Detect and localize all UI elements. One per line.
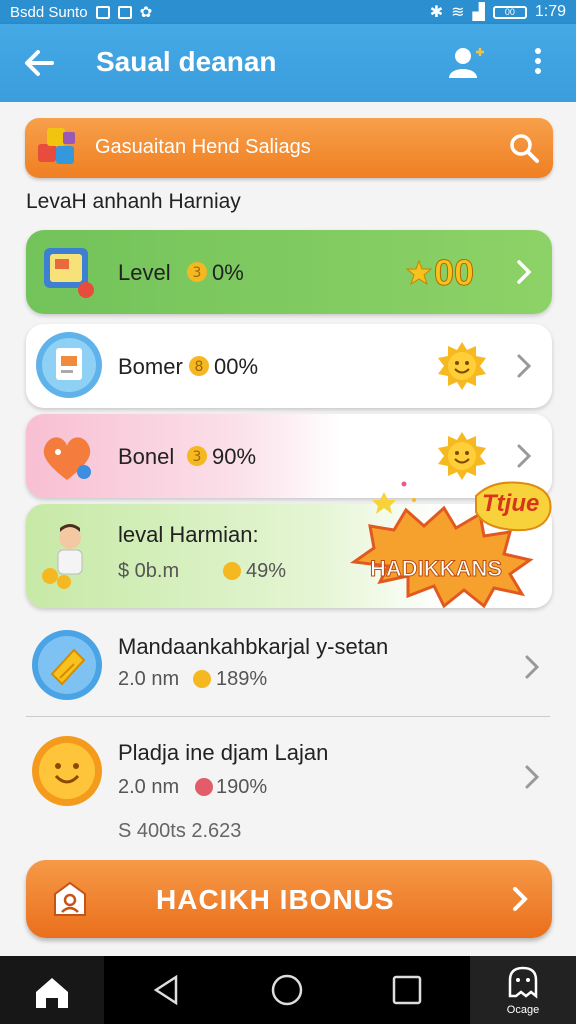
- heart-gift-icon: [36, 426, 98, 486]
- list-item[interactable]: Mandaankahbkarjal y-setan 2.0 nm 189%: [26, 622, 552, 716]
- star-icon: [405, 259, 433, 286]
- search-label: Gasuaitan Hend Saliags: [95, 136, 311, 158]
- home-button[interactable]: [0, 956, 104, 1024]
- bomer-card[interactable]: Bomer 8 00%: [26, 324, 552, 408]
- bonel-label: Bonel: [118, 444, 175, 469]
- harmian-percent: 49%: [246, 560, 287, 582]
- image-icon: [95, 5, 110, 19]
- navigation-bar: Ocage: [0, 956, 576, 1024]
- back-triangle-icon[interactable]: [150, 973, 184, 1007]
- assistant-button[interactable]: Ocage: [470, 956, 576, 1024]
- harmian-card[interactable]: leval Harmian: $ 0b.m 49% HADIKKANS Ttju…: [26, 481, 552, 609]
- home-icon: [36, 978, 68, 1008]
- signal-icon: ▟: [472, 4, 485, 21]
- reward-value: 00: [433, 252, 475, 294]
- bonel-percent: 90%: [212, 444, 257, 469]
- bonus-label: HACIKH IBONUS: [156, 884, 395, 915]
- sun-face-icon: [436, 430, 488, 482]
- badge-main-text: HADIKKANS: [370, 556, 503, 582]
- ghost-icon: [508, 966, 538, 999]
- coin-icon: 3: [186, 260, 208, 284]
- recents-square-icon[interactable]: [390, 973, 424, 1007]
- level-label: Level: [118, 260, 171, 285]
- coin-icon: [222, 560, 242, 582]
- row-title: Mandaankahbkarjal y-setan: [118, 634, 389, 659]
- search-bar[interactable]: Gasuaitan Hend Saliags: [25, 118, 553, 178]
- more-options-icon[interactable]: [528, 44, 548, 80]
- badge-corner-text: Ttjue: [482, 490, 540, 517]
- battery-icon: 00: [492, 5, 527, 19]
- row-percent: 190%: [216, 776, 268, 798]
- row-extra: S 400ts 2.623: [118, 820, 242, 842]
- svg-text:3: 3: [193, 449, 202, 465]
- bluetooth-icon: ✱: [429, 4, 444, 21]
- clock: 1:79: [534, 3, 566, 20]
- add-user-icon[interactable]: [446, 42, 486, 82]
- chevron-right-icon: [522, 762, 542, 792]
- svg-text:8: 8: [195, 359, 204, 375]
- harmian-amount: $ 0b.m: [118, 560, 180, 582]
- coin-icon: [192, 668, 212, 690]
- chevron-right-icon: [514, 351, 534, 381]
- row-percent: 189%: [216, 668, 268, 690]
- harmian-label: leval Harmian:: [118, 522, 259, 547]
- bonus-button[interactable]: HACIKH IBONUS: [26, 860, 552, 938]
- chevron-right-icon: [514, 257, 534, 287]
- content-area: Gasuaitan Hend Saliags LevaH anhanh Harn…: [0, 102, 576, 956]
- level-card[interactable]: Level 3 0% 00: [26, 230, 552, 314]
- chevron-right-icon: [514, 441, 534, 471]
- sun-face-icon: [436, 340, 488, 392]
- gift-box-icon: [52, 880, 88, 918]
- tablet-icon: [38, 242, 98, 302]
- cubes-icon: [35, 124, 81, 170]
- smiley-coin-icon: [30, 734, 104, 808]
- character-icon: [38, 520, 100, 590]
- app-bar: Saual deanan: [0, 24, 576, 102]
- home-circle-icon[interactable]: [270, 973, 304, 1007]
- back-arrow-icon[interactable]: [22, 46, 58, 80]
- assistant-label: Ocage: [506, 1004, 540, 1016]
- carrier-label: Bsdd Sunto: [10, 3, 88, 21]
- list-item[interactable]: Pladja ine djam Lajan 2.0 nm 190% S 400t…: [26, 726, 552, 850]
- note-icon: [34, 330, 104, 400]
- chevron-right-icon: [510, 884, 530, 914]
- photo-icon: [117, 5, 132, 19]
- ticket-icon: [30, 628, 104, 702]
- vibrate-icon: ≋: [451, 4, 465, 21]
- coin-icon: 3: [186, 444, 208, 468]
- search-icon[interactable]: [507, 131, 541, 165]
- level-percent: 0%: [212, 260, 244, 285]
- system-nav: [104, 956, 470, 1024]
- row-amount: 2.0 nm: [118, 776, 180, 798]
- row-amount: 2.0 nm: [118, 668, 180, 690]
- row-title: Pladja ine djam Lajan: [118, 740, 329, 765]
- chevron-right-icon: [522, 652, 542, 682]
- divider: [26, 716, 550, 717]
- coin-icon: 8: [188, 354, 210, 378]
- coin-icon: [194, 776, 214, 798]
- svg-text:3: 3: [193, 265, 202, 281]
- status-bar: Bsdd Sunto ✿ ✱ ≋ ▟ 00 1:79: [0, 0, 576, 24]
- bomer-percent: 00%: [214, 354, 259, 379]
- page-title: Saual deanan: [96, 46, 277, 77]
- bomer-label: Bomer: [118, 354, 183, 379]
- settings-icon: ✿: [139, 4, 153, 21]
- section-title: LevaH anhanh Harniay: [26, 190, 241, 213]
